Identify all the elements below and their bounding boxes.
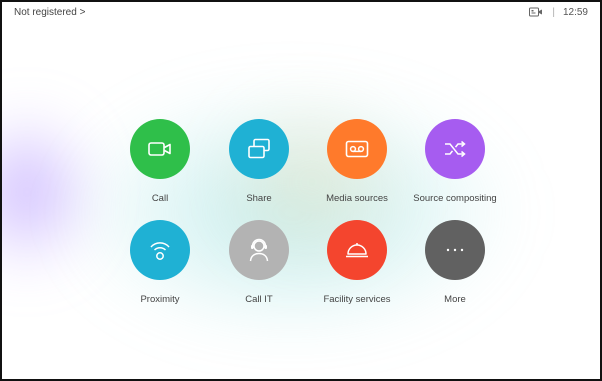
media-sources-button[interactable] [327,119,387,179]
more-dots-icon [443,247,467,253]
facility-services-button[interactable] [327,220,387,280]
facility-services-tile[interactable]: Facility services [302,220,412,305]
status-right: | 12:59 [529,7,588,18]
call-tile[interactable]: Call [105,119,215,204]
media-sources-label: Media sources [326,193,388,204]
share-screens-icon [247,138,271,160]
call-button[interactable] [130,119,190,179]
camera-status-icon[interactable] [529,7,543,18]
share-tile[interactable]: Share [204,119,314,204]
proximity-wave-icon [148,238,172,262]
background-glow-purple [2,112,92,272]
touch-panel-screen: Not registered > | 12:59 Call Share Medi… [0,0,602,381]
clock: 12:59 [562,7,588,18]
headset-agent-icon [247,237,271,263]
share-label: Share [246,193,272,204]
status-bar: Not registered > | 12:59 [2,2,600,28]
proximity-label: Proximity [140,294,180,305]
call-it-button[interactable] [229,220,289,280]
call-it-label: Call IT [245,294,273,305]
registration-status[interactable]: Not registered > [14,7,85,18]
call-it-tile[interactable]: Call IT [204,220,314,305]
video-camera-icon [148,141,172,157]
shuffle-icon [443,140,467,158]
source-compositing-tile[interactable]: Source compositing [400,119,510,204]
facility-services-label: Facility services [323,294,391,305]
proximity-button[interactable] [130,220,190,280]
status-separator: | [552,7,555,18]
source-compositing-button[interactable] [425,119,485,179]
share-button[interactable] [229,119,289,179]
service-bell-icon [344,240,370,260]
more-button[interactable] [425,220,485,280]
more-tile[interactable]: More [400,220,510,305]
proximity-tile[interactable]: Proximity [105,220,215,305]
media-sources-tile[interactable]: Media sources [302,119,412,204]
media-tape-icon [345,140,369,158]
more-label: More [444,294,466,305]
source-compositing-label: Source compositing [413,193,497,204]
call-label: Call [151,193,169,204]
